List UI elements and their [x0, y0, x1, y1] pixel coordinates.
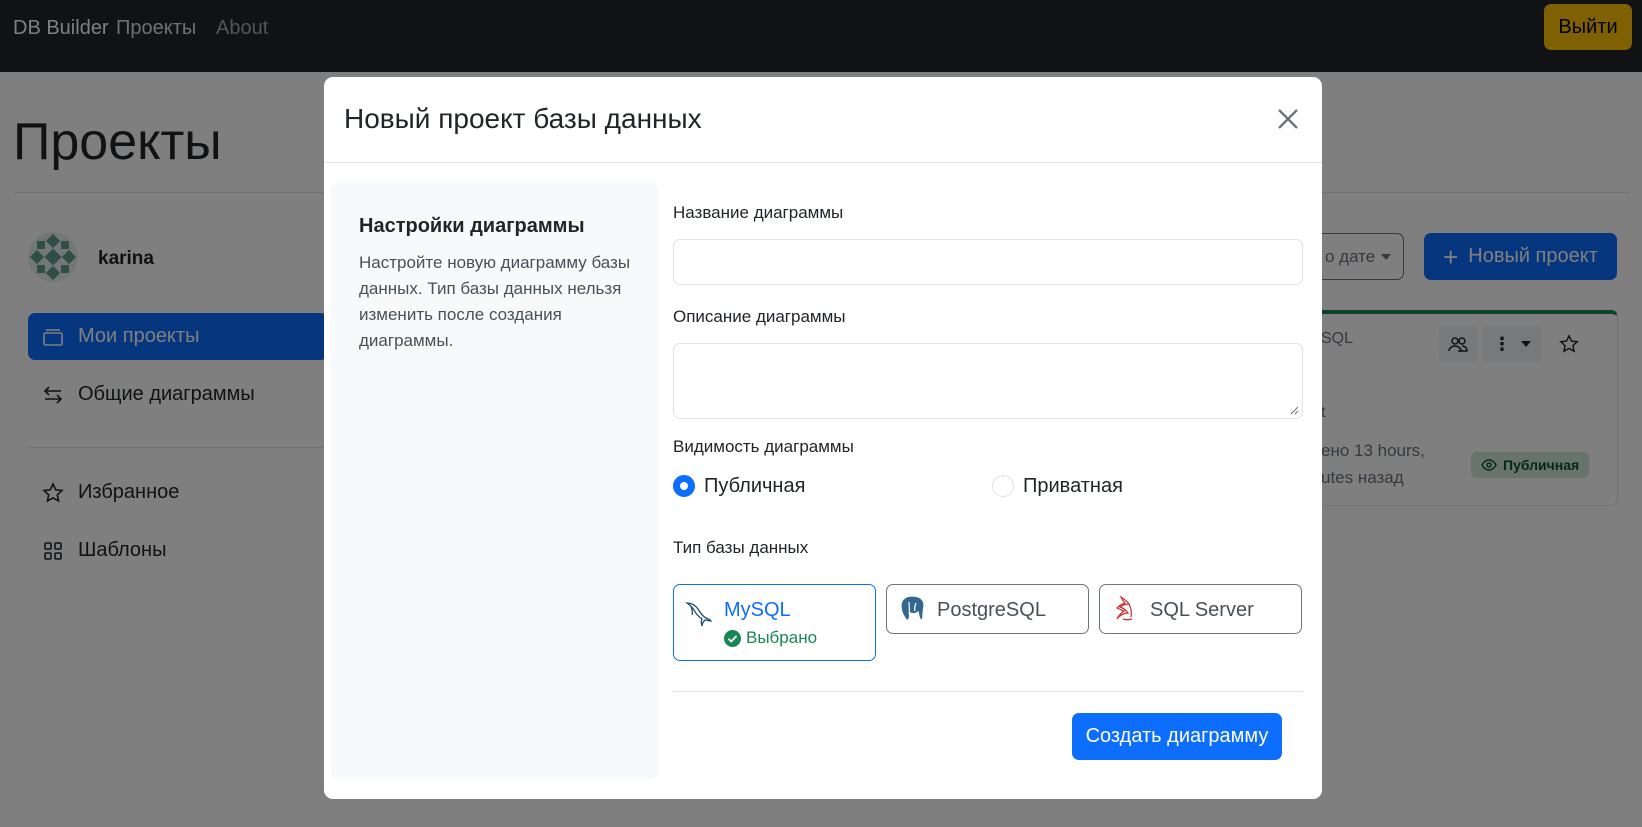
check-circle-icon: [724, 629, 741, 647]
radio-public-label[interactable]: Публичная: [704, 475, 805, 498]
modal-header: Новый проект базы данных: [324, 77, 1322, 163]
close-button[interactable]: [1272, 103, 1304, 135]
db-option-sql-server[interactable]: SQL Server: [1099, 584, 1302, 634]
close-icon: [1278, 109, 1298, 129]
db-option-mysql[interactable]: MySQL Выбрано: [673, 584, 876, 661]
db-option-name: SQL Server: [1150, 599, 1254, 621]
diagram-name-input[interactable]: [673, 239, 1303, 285]
settings-description: Настройте новую диаграмму базы данных. Т…: [359, 253, 631, 350]
postgresql-elephant-icon: [900, 595, 925, 621]
radio-public[interactable]: [673, 475, 695, 497]
create-diagram-button[interactable]: Создать диаграмму: [1072, 713, 1282, 760]
selected-label: Выбрано: [746, 628, 818, 647]
diagram-description-textarea[interactable]: [673, 343, 1303, 419]
divider: [673, 691, 1303, 692]
db-option-name: MySQL: [724, 599, 791, 621]
radio-private[interactable]: [992, 475, 1014, 497]
diagram-description-label: Описание диаграммы: [673, 307, 846, 326]
settings-info-panel: Настройки диаграммы Настройте новую диаг…: [331, 183, 658, 779]
visibility-label: Видимость диаграммы: [673, 437, 854, 456]
modal-title: Новый проект базы данных: [344, 103, 702, 134]
db-option-postgresql[interactable]: PostgreSQL: [886, 584, 1089, 634]
settings-title: Настройки диаграммы: [359, 215, 585, 237]
sql-server-icon: [1115, 595, 1133, 621]
mysql-dolphin-icon: [684, 602, 713, 627]
resize-handle-icon[interactable]: [1289, 405, 1299, 415]
radio-private-label[interactable]: Приватная: [1023, 475, 1123, 498]
new-project-modal: Новый проект базы данных Настройки диагр…: [324, 77, 1322, 799]
db-option-name: PostgreSQL: [937, 599, 1046, 621]
diagram-name-label: Название диаграммы: [673, 203, 844, 222]
db-type-label: Тип базы данных: [673, 538, 809, 557]
selected-status: Выбрано: [724, 628, 817, 648]
